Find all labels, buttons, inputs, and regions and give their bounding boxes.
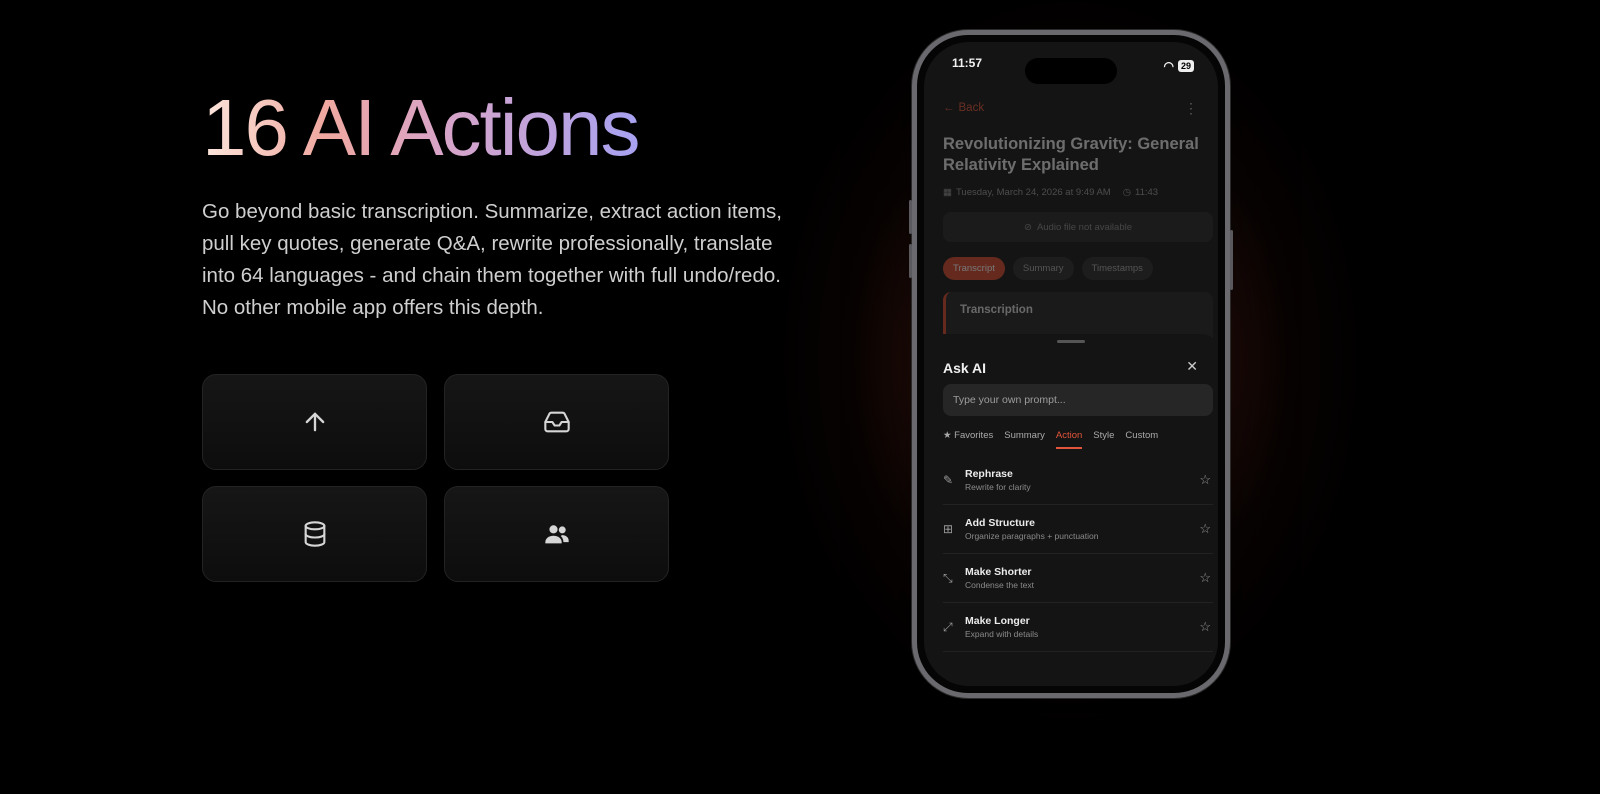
more-menu-icon[interactable]: ⋮ [1184,100,1198,117]
action-row-make-longer[interactable]: ⤢ Make Longer Expand with details ☆ [943,603,1213,652]
feature-tile-users[interactable] [444,486,669,582]
volume-up-button [909,200,912,234]
transcription-heading: Transcription [960,304,1033,316]
action-label: Make Longer [965,615,1030,627]
action-row-rephrase[interactable]: ✎ Rephrase Rewrite for clarity ☆ [943,456,1213,505]
recording-title: Revolutionizing Gravity: General Relativ… [943,135,1199,174]
feature-tile-database[interactable] [202,486,427,582]
database-icon [304,521,325,547]
wifi-icon: ◠ [1163,59,1174,73]
action-label: Rephrase [965,468,1013,480]
close-icon[interactable]: ✕ [1186,358,1198,375]
sheet-title: Ask AI [943,360,987,376]
tab-summary[interactable]: Summary [1012,257,1074,280]
category-tabs: ★ Favorites Summary Action Style Custom [943,430,1158,449]
hero-description: Go beyond basic transcription. Summarize… [202,200,782,319]
category-summary[interactable]: Summary [1004,430,1045,449]
phone-mockup: 11:57 ◠ 29 ← Back ⋮ Revolutionizing Grav… [909,30,1233,698]
action-desc: Condense the text [965,580,1034,590]
action-label: Add Structure [965,517,1036,529]
inbox-icon [543,411,570,433]
action-desc: Organize paragraphs + punctuation [965,531,1099,541]
hero-section: 16 AI Actions Go beyond basic transcript… [202,88,822,324]
category-custom[interactable]: Custom [1125,430,1158,449]
clock-icon: ◷ [1122,187,1132,198]
star-icon[interactable]: ☆ [1199,472,1213,488]
volume-down-button [909,244,912,278]
recording-duration: 11:43 [1135,187,1159,198]
action-desc: Expand with details [965,629,1039,639]
users-icon [544,525,569,544]
action-row-add-structure[interactable]: ⊞ Add Structure Organize paragraphs + pu… [943,505,1213,554]
calendar-icon: ▦ [943,187,952,198]
feature-tile-upload[interactable] [202,374,427,470]
back-label: Back [958,102,985,114]
edit-icon: ✎ [943,473,954,487]
action-desc: Rewrite for clarity [965,482,1031,492]
status-time: 11:57 [952,56,983,70]
audio-notice-text: Audio file not available [1036,221,1133,233]
expand-icon: ⤢ [943,619,953,634]
arrow-left-icon: ← [943,102,955,114]
recording-meta: ▦ Tuesday, March 24, 2026 at 9:49 AM ◷ 1… [943,187,1158,198]
tab-transcript[interactable]: Transcript [943,257,1005,280]
category-favorites[interactable]: ★ Favorites [943,430,993,449]
tab-timestamps[interactable]: Timestamps [1081,257,1153,280]
battery-icon: 29 [1177,60,1194,72]
category-action[interactable]: Action [1055,430,1083,449]
shrink-icon: ⤡ [943,570,953,585]
headline: 16 AI Actions [202,83,641,172]
power-button [1230,230,1233,290]
category-style[interactable]: Style [1093,430,1114,449]
action-row-make-shorter[interactable]: ⤡ Make Shorter Condense the text ☆ [943,554,1213,603]
recording-date: Tuesday, March 24, 2026 at 9:49 AM [955,187,1111,198]
status-icons: ◠ 29 [1163,56,1194,76]
prompt-input[interactable] [943,384,1213,416]
feature-tile-inbox[interactable] [444,374,669,470]
back-button[interactable]: ← Back [943,102,984,114]
audio-notice: ⊘ Audio file not available [943,212,1213,242]
action-list: ✎ Rephrase Rewrite for clarity ☆ ⊞ Add S… [943,456,1213,652]
grid-icon: ⊞ [943,522,954,536]
sheet-grabber[interactable] [1057,340,1085,343]
star-icon[interactable]: ☆ [1199,521,1213,537]
dynamic-island [1025,58,1117,84]
audio-off-icon: ⊘ [1023,221,1032,233]
phone-screen: 11:57 ◠ 29 ← Back ⋮ Revolutionizing Grav… [924,42,1218,686]
star-icon[interactable]: ☆ [1199,619,1213,635]
ask-ai-sheet: Ask AI ✕ ★ Favorites Summary Action Styl… [924,334,1218,686]
star-icon[interactable]: ☆ [1199,570,1213,586]
action-label: Make Shorter [965,566,1032,578]
view-tabs: Transcript Summary Timestamps [943,257,1153,280]
upload-arrow-icon [305,412,324,432]
